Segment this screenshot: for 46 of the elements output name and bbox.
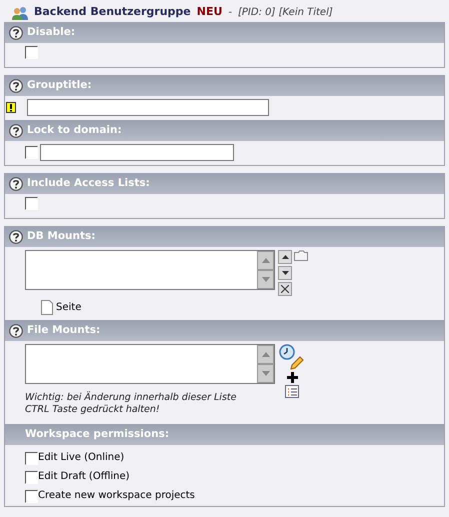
text-input[interactable]: [40, 144, 234, 161]
help-icon[interactable]: [9, 78, 23, 92]
checkbox[interactable]: [25, 471, 38, 484]
help-icon[interactable]: [9, 176, 23, 190]
checkbox[interactable]: [25, 46, 38, 59]
field-label: Include Access Lists:: [27, 176, 150, 191]
clock-icon[interactable]: [279, 344, 295, 360]
record-title: Backend Benutzergruppe: [34, 4, 191, 20]
help-icon[interactable]: [9, 26, 23, 40]
list-icon[interactable]: [285, 385, 299, 398]
field-label: Grouptitle:: [27, 78, 92, 93]
remove-button[interactable]: [278, 282, 292, 296]
new-status-label: NEU: [196, 4, 222, 20]
hint-text: Wichtig: bei Änderung innerhalb dieser Liste CTRL Taste gedrückt halten!: [25, 392, 238, 416]
user-group-icon: [12, 6, 28, 20]
checkbox-label: Create new workspace projects: [38, 489, 195, 503]
move-down-button[interactable]: [278, 266, 292, 280]
up-arrow-icon: [262, 352, 270, 357]
checkbox[interactable]: [25, 197, 38, 210]
page-type-label: Seite: [56, 301, 82, 315]
checkbox[interactable]: [25, 146, 38, 159]
checkbox-label: Edit Live (Online): [38, 451, 124, 465]
checkbox[interactable]: [25, 490, 38, 503]
text-input[interactable]: [27, 99, 269, 116]
close-icon: [281, 285, 289, 293]
up-arrow-icon: [262, 258, 270, 263]
help-icon[interactable]: [9, 324, 23, 338]
down-arrow-icon: [262, 277, 270, 282]
help-icon[interactable]: [9, 230, 23, 244]
record-info: [PID: 0] [Kein Titel]: [238, 6, 333, 20]
plus-icon[interactable]: [286, 372, 298, 383]
field-label: Disable:: [27, 24, 76, 40]
pencil-icon[interactable]: [290, 356, 304, 370]
down-arrow-icon: [282, 271, 288, 275]
separator-text: -: [228, 6, 232, 20]
checkbox-label: Edit Draft (Offline): [38, 470, 130, 484]
up-arrow-icon: [282, 255, 288, 259]
checkbox[interactable]: [25, 452, 38, 465]
down-arrow-icon: [262, 371, 270, 376]
field-label: DB Mounts:: [27, 228, 96, 244]
field-label: Lock to domain:: [27, 122, 122, 138]
move-up-button[interactable]: [278, 250, 292, 264]
page-icon: [41, 300, 53, 315]
field-label: Workspace permissions:: [25, 426, 170, 442]
help-icon[interactable]: [9, 124, 23, 138]
field-label: File Mounts:: [27, 322, 100, 338]
